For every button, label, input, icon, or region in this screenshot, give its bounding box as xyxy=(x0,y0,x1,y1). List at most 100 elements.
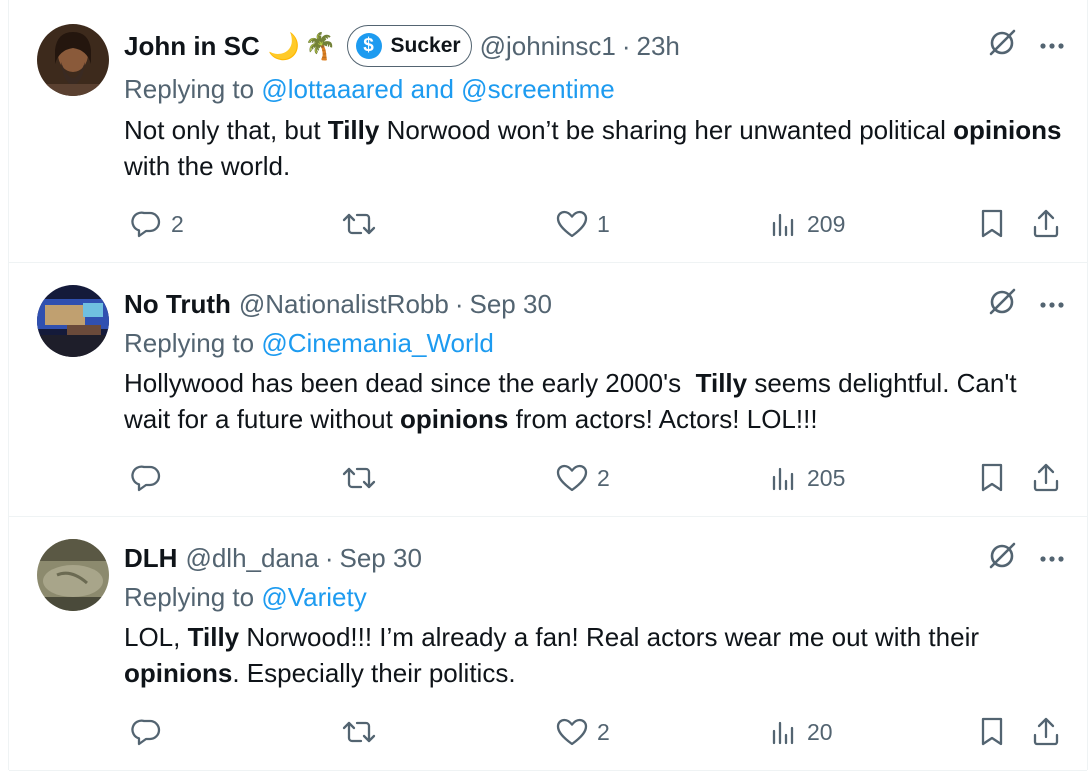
views-icon xyxy=(769,717,799,747)
display-name[interactable]: No Truth xyxy=(124,289,231,320)
reply-context: Replying to @Variety xyxy=(124,582,367,613)
dollar-icon: $ xyxy=(355,33,382,59)
like-icon xyxy=(555,462,589,494)
share-button[interactable] xyxy=(1031,458,1061,498)
share-icon xyxy=(1031,716,1061,748)
label-badge[interactable]: $ Sucker xyxy=(346,25,472,67)
views-button[interactable]: 205 xyxy=(769,458,845,498)
highlight-term: opinions xyxy=(953,115,1062,145)
bookmark-icon xyxy=(977,716,1007,748)
avatar-image xyxy=(37,24,109,96)
text-segment: . Especially their politics. xyxy=(232,658,516,688)
text-segment: Not only that, but xyxy=(124,115,328,145)
grok-icon[interactable] xyxy=(987,541,1017,576)
tweet-text: LOL, Tilly Norwood!!! I’m already a fan!… xyxy=(124,619,1064,691)
tweet-actions: 2 205 xyxy=(121,458,1061,498)
share-button[interactable] xyxy=(1031,712,1061,752)
display-name[interactable]: John in SC xyxy=(124,31,260,62)
reply-button[interactable]: 2 xyxy=(131,204,184,244)
avatar-image xyxy=(37,539,109,611)
like-icon xyxy=(555,208,589,240)
like-count: 2 xyxy=(597,464,610,491)
palm-tree-emoji: 🌴 xyxy=(304,30,337,61)
tweet-top-actions xyxy=(987,541,1065,576)
text-segment: Hollywood has been dead since the early … xyxy=(124,368,696,398)
tweet-actions: 2 1 209 xyxy=(121,204,1061,244)
replying-to-label: Replying to xyxy=(124,328,255,358)
views-button[interactable]: 20 xyxy=(769,712,833,752)
reply-context: Replying to @Cinemania_World xyxy=(124,328,494,359)
tweet-header: John in SC 🌙 🌴 $ Sucker @johninsc1 · 23h xyxy=(124,25,680,67)
tweet[interactable]: John in SC 🌙 🌴 $ Sucker @johninsc1 · 23h… xyxy=(9,0,1087,263)
separator-dot: · xyxy=(621,30,631,61)
tweet[interactable]: No Truth @NationalistRobb · Sep 30 Reply… xyxy=(9,263,1087,517)
retweet-button[interactable] xyxy=(341,458,385,498)
like-button[interactable]: 2 xyxy=(555,712,610,752)
highlight-term: Tilly xyxy=(187,622,240,652)
highlight-term: Tilly xyxy=(327,115,380,145)
reply-button[interactable] xyxy=(131,458,171,498)
timestamp[interactable]: 23h xyxy=(637,31,680,62)
highlight-term: opinions xyxy=(124,658,233,688)
highlight-term: opinions xyxy=(400,404,509,434)
reply-icon xyxy=(131,462,163,494)
badge-label: Sucker xyxy=(390,34,461,57)
like-count: 2 xyxy=(597,718,610,745)
text-segment: from actors! Actors! LOL!!! xyxy=(508,404,818,434)
reply-feed: John in SC 🌙 🌴 $ Sucker @johninsc1 · 23h… xyxy=(8,0,1088,771)
user-handle[interactable]: @dlh_dana xyxy=(185,543,318,574)
bookmark-icon xyxy=(977,462,1007,494)
retweet-icon xyxy=(341,462,377,494)
reply-button[interactable] xyxy=(131,712,171,752)
retweet-button[interactable] xyxy=(341,204,385,244)
like-button[interactable]: 1 xyxy=(555,204,610,244)
timestamp[interactable]: Sep 30 xyxy=(340,543,422,574)
reply-mention[interactable]: @Cinemania_World xyxy=(261,328,494,358)
view-count: 209 xyxy=(807,210,846,237)
avatar[interactable] xyxy=(37,285,109,357)
avatar[interactable] xyxy=(37,24,109,96)
more-icon[interactable] xyxy=(1039,37,1065,55)
timestamp[interactable]: Sep 30 xyxy=(470,289,552,320)
tweet-text: Hollywood has been dead since the early … xyxy=(124,365,1064,437)
bookmark-button[interactable] xyxy=(977,458,1007,498)
grok-icon[interactable] xyxy=(987,28,1017,63)
retweet-button[interactable] xyxy=(341,712,385,752)
more-icon[interactable] xyxy=(1039,550,1065,568)
user-handle[interactable]: @NationalistRobb xyxy=(239,289,449,320)
share-icon xyxy=(1031,462,1061,494)
text-segment: Norwood!!! I’m already a fan! Real actor… xyxy=(239,622,980,652)
text-segment: with the world. xyxy=(124,151,291,181)
views-icon xyxy=(769,463,799,493)
replying-to-label: Replying to xyxy=(124,582,255,612)
tweet-header: DLH @dlh_dana · Sep 30 xyxy=(124,541,422,575)
more-icon[interactable] xyxy=(1039,296,1065,314)
retweet-icon xyxy=(341,208,377,240)
display-name[interactable]: DLH xyxy=(124,543,177,574)
tweet[interactable]: DLH @dlh_dana · Sep 30 Replying to @Vari… xyxy=(9,517,1087,771)
bookmark-icon xyxy=(977,208,1007,240)
view-count: 20 xyxy=(807,718,833,745)
avatar[interactable] xyxy=(37,539,109,611)
separator-dot: · xyxy=(324,542,334,573)
tweet-text: Not only that, but Tilly Norwood won’t b… xyxy=(124,112,1064,184)
retweet-icon xyxy=(341,716,377,748)
tweet-header: No Truth @NationalistRobb · Sep 30 xyxy=(124,287,552,321)
reply-mention[interactable]: @lottaaared and @screentime xyxy=(261,74,614,104)
like-button[interactable]: 2 xyxy=(555,458,610,498)
avatar-image xyxy=(37,285,109,357)
tweet-actions: 2 20 xyxy=(121,712,1061,752)
text-segment: LOL, xyxy=(124,622,188,652)
like-icon xyxy=(555,716,589,748)
reply-icon xyxy=(131,208,163,240)
user-handle[interactable]: @johninsc1 xyxy=(480,31,616,62)
bookmark-button[interactable] xyxy=(977,712,1007,752)
views-button[interactable]: 209 xyxy=(769,204,845,244)
highlight-term: Tilly xyxy=(695,368,748,398)
like-count: 1 xyxy=(597,210,610,237)
bookmark-button[interactable] xyxy=(977,204,1007,244)
grok-icon[interactable] xyxy=(987,287,1017,322)
reply-context: Replying to @lottaaared and @screentime xyxy=(124,74,615,105)
reply-mention[interactable]: @Variety xyxy=(261,582,366,612)
share-button[interactable] xyxy=(1031,204,1061,244)
